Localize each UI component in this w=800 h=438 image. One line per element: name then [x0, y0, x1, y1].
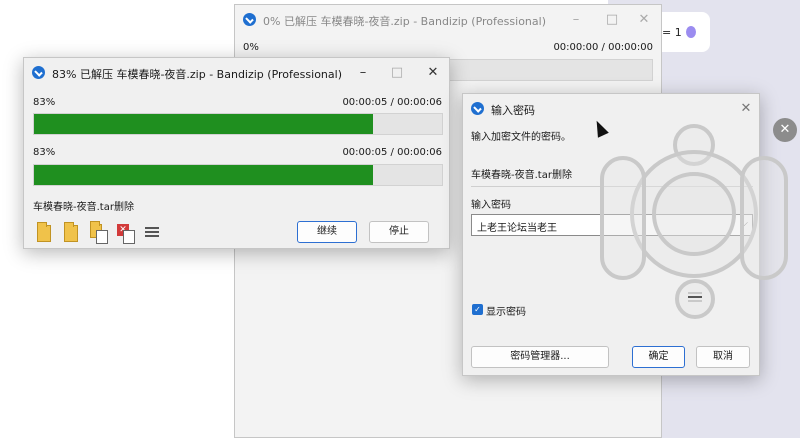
extract-window: 83% 已解压 车模春晓-夜音.zip - Bandizip (Professi… — [23, 57, 450, 249]
password-close-button[interactable]: ✕ — [735, 100, 757, 118]
encrypted-file-name: 车模春晓-夜音.tar删除 — [471, 170, 572, 181]
copy-page-icon — [96, 230, 108, 244]
delete-page-icon — [123, 230, 135, 244]
back-titlebar: 0% 已解压 车模春晓-夜音.zip - Bandizip (Professio… — [235, 5, 661, 35]
progress-bar-1 — [33, 113, 443, 135]
back-percent: 0% — [243, 42, 259, 53]
progress-fill-2 — [34, 165, 373, 185]
menu-icon[interactable] — [145, 227, 159, 237]
background-card-text: = 1 — [662, 26, 682, 39]
cancel-button[interactable]: 取消 — [696, 346, 750, 368]
back-close-button[interactable]: ✕ — [633, 11, 655, 29]
stop-button[interactable]: 停止 — [369, 221, 429, 243]
window-title: 83% 已解压 车模春晓-夜音.zip - Bandizip (Professi… — [52, 68, 342, 81]
show-password-checkbox[interactable]: ✓ — [472, 304, 483, 315]
folder-icon[interactable] — [64, 222, 78, 242]
progress-time-2: 00:00:05 / 00:00:06 — [342, 147, 442, 158]
progress-percent-2: 83% — [33, 147, 56, 158]
overlay-center-button[interactable] — [652, 172, 736, 256]
maximize-button[interactable]: □ — [386, 64, 408, 82]
bandizip-app-icon — [32, 66, 45, 79]
current-file-label: 车模春晓-夜音.tar删除 — [33, 202, 134, 213]
open-folder-icon[interactable] — [37, 222, 51, 242]
minimize-button[interactable]: – — [352, 64, 374, 82]
progress-percent-1: 83% — [33, 97, 56, 108]
overlay-left-button[interactable] — [600, 156, 646, 280]
back-time: 00:00:00 / 00:00:00 — [553, 42, 653, 53]
overlay-close-icon[interactable]: ✕ — [773, 118, 797, 142]
continue-button[interactable]: 继续 — [297, 221, 357, 243]
password-dialog-title: 输入密码 — [491, 104, 535, 117]
progress-bar-2 — [33, 164, 443, 186]
password-titlebar: 输入密码 ✕ — [463, 94, 759, 124]
password-value: 上老王论坛当老王 — [477, 223, 557, 234]
password-prompt: 输入加密文件的密码。 — [471, 132, 571, 143]
titlebar: 83% 已解压 车模春晓-夜音.zip - Bandizip (Professi… — [24, 58, 449, 88]
bandizip-app-icon — [471, 102, 484, 115]
back-maximize-button[interactable]: □ — [601, 11, 623, 29]
back-minimize-button[interactable]: – — [565, 11, 587, 29]
overlay-right-button[interactable] — [740, 156, 788, 280]
show-password-label[interactable]: 显示密码 — [486, 303, 526, 318]
progress-time-1: 00:00:05 / 00:00:06 — [342, 97, 442, 108]
password-manager-button[interactable]: 密码管理器... — [471, 346, 609, 368]
bandizip-app-icon — [243, 13, 256, 26]
progress-fill-1 — [34, 114, 373, 134]
background-dot — [686, 26, 696, 38]
ok-button[interactable]: 确定 — [632, 346, 685, 368]
close-button[interactable]: ✕ — [422, 64, 444, 82]
back-window-title: 0% 已解压 车模春晓-夜音.zip - Bandizip (Professio… — [263, 15, 546, 28]
password-field-label: 输入密码 — [471, 200, 511, 211]
overlay-menu-icon — [688, 292, 702, 302]
